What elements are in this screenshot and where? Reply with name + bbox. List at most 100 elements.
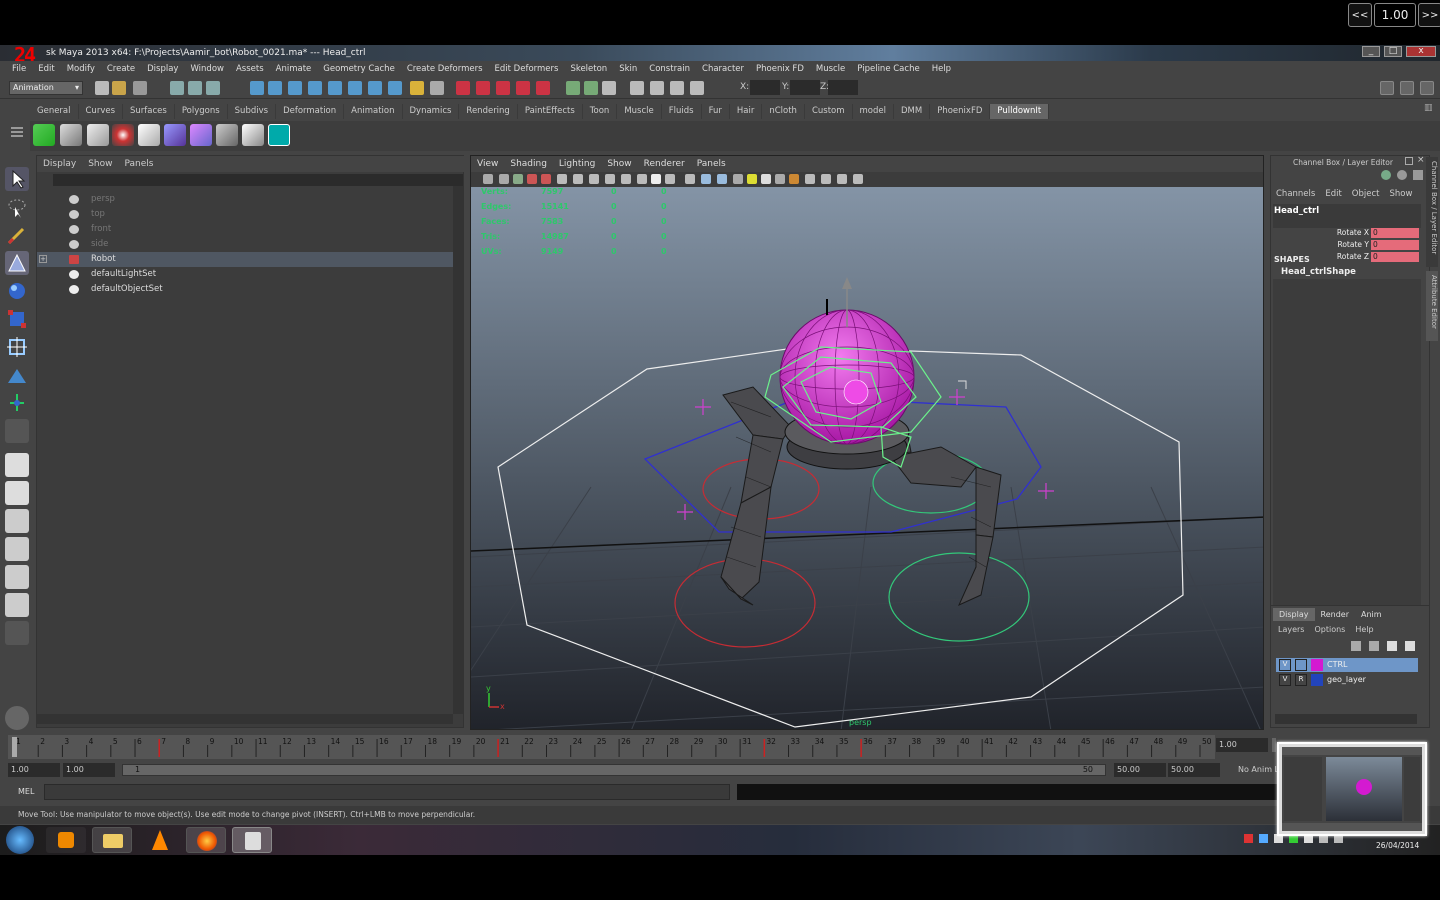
- layer-visibility-toggle[interactable]: V: [1279, 674, 1291, 686]
- minimize-button[interactable]: _: [1362, 46, 1380, 57]
- transform-mode-icon[interactable]: [690, 81, 704, 95]
- menu-create[interactable]: Create: [101, 61, 141, 77]
- playback-start-input[interactable]: 1.00: [63, 763, 115, 777]
- menu-phoenix-fd[interactable]: Phoenix FD: [750, 61, 810, 77]
- menu-display[interactable]: Display: [141, 61, 184, 77]
- shelf-tab-dmm[interactable]: DMM: [894, 104, 931, 119]
- outliner-scrollbar[interactable]: [453, 186, 463, 714]
- outliner-item-front[interactable]: front: [37, 222, 453, 237]
- scene-view[interactable]: y x persp Verts: 7597 0 0 Edges: 15141 0 0 Faces…: [471, 187, 1263, 729]
- selected-object-name[interactable]: Head_ctrl: [1274, 206, 1319, 216]
- persp-graph-layout-icon[interactable]: [5, 537, 29, 561]
- range-bar[interactable]: 1 50: [122, 764, 1106, 776]
- channel-row-rotate-x[interactable]: Rotate X0: [1271, 228, 1421, 239]
- channel-pen-icon[interactable]: [1413, 170, 1423, 180]
- shelf-tool-9-icon[interactable]: [242, 124, 264, 146]
- viewport-tool-14-icon[interactable]: [685, 174, 695, 184]
- persp-outliner-layout-icon[interactable]: [5, 509, 29, 533]
- speed-increase-button[interactable]: >>: [1418, 3, 1440, 27]
- maya-taskbar-icon[interactable]: [232, 827, 272, 853]
- perspective-viewport[interactable]: View Shading Lighting Show Renderer Panels: [470, 155, 1264, 730]
- layer-color-swatch[interactable]: [1311, 659, 1323, 671]
- mode-dropdown[interactable]: Animation ▾: [9, 81, 83, 95]
- soft-mod-tool-icon[interactable]: [5, 363, 29, 387]
- layer-tab-display[interactable]: Display: [1273, 608, 1315, 621]
- viewport-tool-9-icon[interactable]: [605, 174, 615, 184]
- move-tool-icon[interactable]: [5, 251, 29, 275]
- shelf-tab-general[interactable]: General: [30, 104, 79, 119]
- paint-select-tool-icon[interactable]: [5, 223, 29, 247]
- menu-modify[interactable]: Modify: [61, 61, 101, 77]
- outliner-item-persp[interactable]: persp: [37, 192, 453, 207]
- shelf-tab-toon[interactable]: Toon: [583, 104, 618, 119]
- viewport-tool-12-icon[interactable]: [651, 174, 661, 184]
- vlc-icon[interactable]: [140, 827, 180, 853]
- snap-plane-icon[interactable]: [308, 81, 322, 95]
- snap-point-icon[interactable]: [288, 81, 302, 95]
- shelf-tab-polygons[interactable]: Polygons: [175, 104, 228, 119]
- media-player-icon[interactable]: [46, 827, 86, 853]
- layer-tab-anim[interactable]: Anim: [1355, 608, 1388, 621]
- menu-constrain[interactable]: Constrain: [643, 61, 696, 77]
- hypershade-layout-icon[interactable]: [5, 565, 29, 589]
- snap-live-icon[interactable]: [328, 81, 342, 95]
- toggle-attribute-editor-icon[interactable]: [1380, 81, 1394, 95]
- shelf-tool-5-icon[interactable]: [138, 124, 160, 146]
- shelf-tab-custom[interactable]: Custom: [805, 104, 853, 119]
- channel-menu-channels[interactable]: Channels: [1271, 187, 1320, 201]
- lock-icon[interactable]: [410, 81, 424, 95]
- channel-sync-icon[interactable]: [1397, 170, 1407, 180]
- menu-edit[interactable]: Edit: [32, 61, 60, 77]
- outliner-horizontal-scrollbar[interactable]: [37, 714, 453, 724]
- shelf-tab-subdivs[interactable]: Subdivs: [228, 104, 277, 119]
- shelf-tool-2-icon[interactable]: [60, 124, 82, 146]
- channel-box-side-tab[interactable]: Channel Box / Layer Editor: [1426, 157, 1438, 267]
- viewport-menu-lighting[interactable]: Lighting: [553, 156, 601, 172]
- menu-animate[interactable]: Animate: [270, 61, 318, 77]
- rotate-tool-icon[interactable]: [5, 279, 29, 303]
- channel-menu-object[interactable]: Object: [1347, 187, 1385, 201]
- shelf-tab-ncloth[interactable]: nCloth: [762, 104, 805, 119]
- channel-value-input[interactable]: 0: [1371, 252, 1419, 262]
- render-view-icon[interactable]: [536, 81, 550, 95]
- single-perspective-layout-icon[interactable]: [5, 453, 29, 477]
- channel-menu-show[interactable]: Show: [1384, 187, 1417, 201]
- expand-toggle-icon[interactable]: +: [39, 255, 47, 263]
- outliner-item-robot[interactable]: + Robot: [37, 252, 453, 267]
- four-view-layout-icon[interactable]: [5, 481, 29, 505]
- mel-label[interactable]: MEL: [18, 787, 34, 796]
- maximize-button[interactable]: □: [1384, 46, 1402, 57]
- shelf-tab-fur[interactable]: Fur: [702, 104, 730, 119]
- layer-display-type-toggle[interactable]: [1295, 659, 1307, 671]
- layer-menu-help[interactable]: Help: [1350, 623, 1378, 636]
- shelf-tool-7-icon[interactable]: [190, 124, 212, 146]
- viewport-menu-renderer[interactable]: Renderer: [638, 156, 691, 172]
- menu-character[interactable]: Character: [696, 61, 750, 77]
- quick-select-icon[interactable]: [670, 81, 684, 95]
- viewport-tool-21-icon[interactable]: [789, 174, 799, 184]
- shelf-tab-hair[interactable]: Hair: [730, 104, 763, 119]
- shelf-tab-dynamics[interactable]: Dynamics: [403, 104, 460, 119]
- menu-file[interactable]: File: [6, 61, 32, 77]
- anim-layer-dropdown[interactable]: No Anim L: [1238, 765, 1279, 774]
- layer-color-swatch[interactable]: [1311, 674, 1323, 686]
- empty-tool-slot[interactable]: [5, 419, 29, 443]
- layer-menu-options[interactable]: Options: [1309, 623, 1350, 636]
- menu-geometry-cache[interactable]: Geometry Cache: [317, 61, 401, 77]
- shelf-tab-surfaces[interactable]: Surfaces: [123, 104, 175, 119]
- playback-end-input[interactable]: 50.00: [1114, 763, 1166, 777]
- shelf-tool-8-icon[interactable]: [216, 124, 238, 146]
- viewport-tool-2-icon[interactable]: [499, 174, 509, 184]
- viewport-tool-16-icon[interactable]: [717, 174, 727, 184]
- viewport-tool-10-icon[interactable]: [621, 174, 631, 184]
- persp-outliner-graph-layout-icon[interactable]: [5, 593, 29, 617]
- viewport-tool-1-icon[interactable]: [483, 174, 493, 184]
- snap-grid-icon[interactable]: [250, 81, 264, 95]
- lasso-tool-icon[interactable]: [5, 195, 29, 219]
- transform-icon[interactable]: [584, 81, 598, 95]
- attribute-editor-side-tab[interactable]: Attribute Editor: [1426, 271, 1438, 341]
- snap-curve-icon[interactable]: [268, 81, 282, 95]
- layer-tab-render[interactable]: Render: [1315, 608, 1355, 621]
- open-scene-icon[interactable]: [112, 81, 126, 95]
- file-explorer-icon[interactable]: [92, 827, 132, 853]
